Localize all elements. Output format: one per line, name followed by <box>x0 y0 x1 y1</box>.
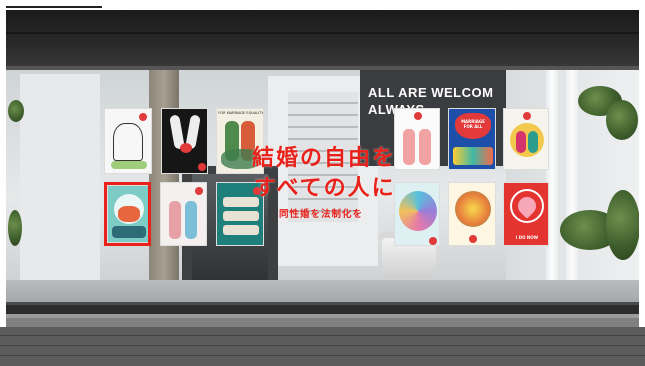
poster-right-3[interactable] <box>503 108 549 170</box>
pavement <box>0 327 645 366</box>
plant-icon <box>606 100 638 140</box>
poster-left-3[interactable]: FOR MARRIAGE EQUALITY <box>216 108 264 174</box>
poster-left-2[interactable] <box>161 108 208 174</box>
glass-strip <box>546 70 558 286</box>
back-sign-line1: ALL ARE WELCOM <box>368 85 494 100</box>
poster-left-6[interactable] <box>216 182 264 246</box>
poster-left-1[interactable] <box>104 108 152 174</box>
interior-floor <box>6 280 639 302</box>
poster-right-5[interactable] <box>448 182 496 246</box>
poster-left-5[interactable] <box>160 182 207 246</box>
curb <box>6 314 639 327</box>
poster-left-3-caption: FOR MARRIAGE EQUALITY <box>218 111 264 115</box>
window-sill <box>6 302 639 314</box>
interior-left-wall <box>20 74 100 290</box>
plant-icon <box>8 100 24 122</box>
plant-icon <box>606 190 639 260</box>
selection-highlight <box>104 182 151 246</box>
plant-icon <box>8 210 22 246</box>
glass-strip <box>566 70 578 286</box>
top-strip <box>0 0 645 10</box>
poster-right-2-caption: MARRIAGE FOR ALL <box>461 119 485 129</box>
facade-top <box>6 10 639 70</box>
poster-right-6[interactable]: I DO NOW <box>503 182 549 246</box>
poster-right-1[interactable] <box>394 108 440 170</box>
poster-right-2[interactable]: MARRIAGE FOR ALL <box>448 108 496 170</box>
poster-right-6-caption: I DO NOW <box>515 235 539 240</box>
storefront-scene: ALL ARE WELCOM ALWAYS. FOR MARRIAGE EQUA… <box>0 0 645 366</box>
poster-right-4[interactable] <box>394 182 440 246</box>
stone-pillar <box>149 70 179 280</box>
interior-shelf <box>288 92 358 222</box>
